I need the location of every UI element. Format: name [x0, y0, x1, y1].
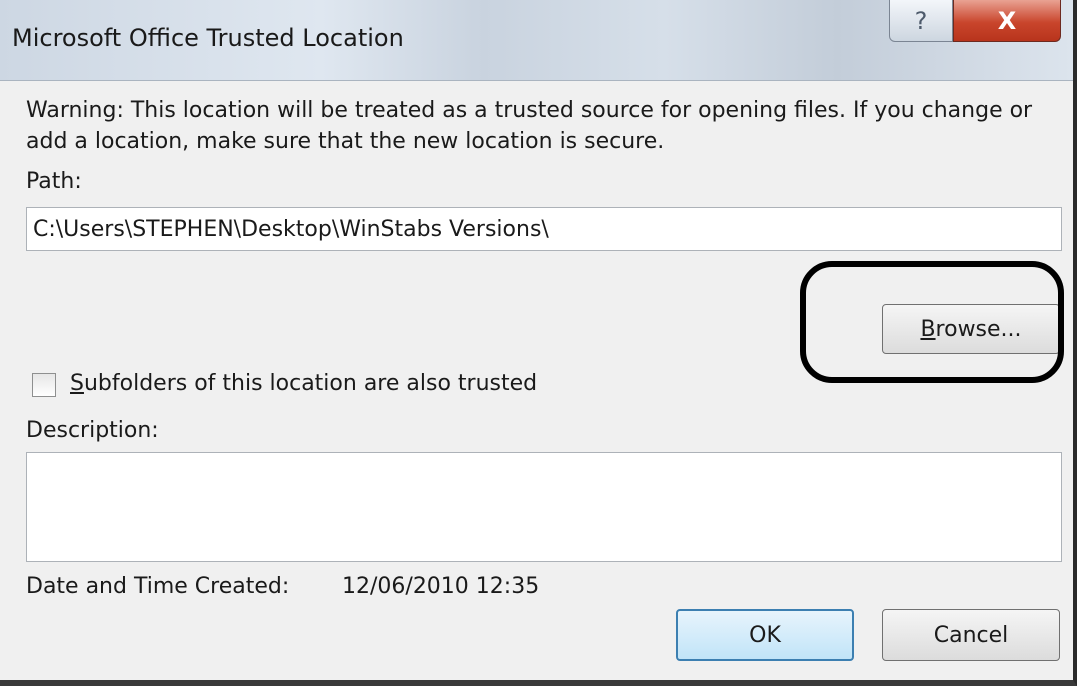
- trusted-location-dialog: Microsoft Office Trusted Location ? X Wa…: [0, 0, 1077, 686]
- browse-button[interactable]: Browse...: [882, 304, 1060, 354]
- close-button[interactable]: X: [953, 0, 1061, 42]
- created-value: 12/06/2010 12:35: [342, 574, 540, 599]
- ok-button[interactable]: OK: [676, 609, 854, 661]
- subfolders-text: ubfolders of this location are also trus…: [83, 371, 538, 396]
- dialog-body: Warning: This location will be treated a…: [0, 81, 1073, 680]
- browse-label: rowse...: [935, 316, 1022, 342]
- title-bar[interactable]: Microsoft Office Trusted Location ? X: [0, 0, 1073, 81]
- help-icon: ?: [914, 6, 928, 35]
- description-label: Description:: [26, 418, 159, 443]
- warning-text: Warning: This location will be treated a…: [26, 98, 1033, 154]
- subfolders-mnemonic: S: [70, 371, 84, 396]
- created-label: Date and Time Created:: [26, 574, 290, 599]
- description-field[interactable]: [26, 452, 1062, 562]
- subfolders-checkbox[interactable]: [32, 373, 56, 397]
- window-title: Microsoft Office Trusted Location: [12, 24, 404, 52]
- path-input[interactable]: [26, 207, 1062, 251]
- subfolders-label[interactable]: Subfolders of this location are also tru…: [70, 371, 537, 396]
- browse-mnemonic: B: [920, 316, 936, 342]
- close-icon: X: [997, 6, 1017, 35]
- help-button[interactable]: ?: [889, 0, 953, 42]
- cancel-button[interactable]: Cancel: [882, 609, 1060, 661]
- path-label: Path:: [26, 169, 82, 194]
